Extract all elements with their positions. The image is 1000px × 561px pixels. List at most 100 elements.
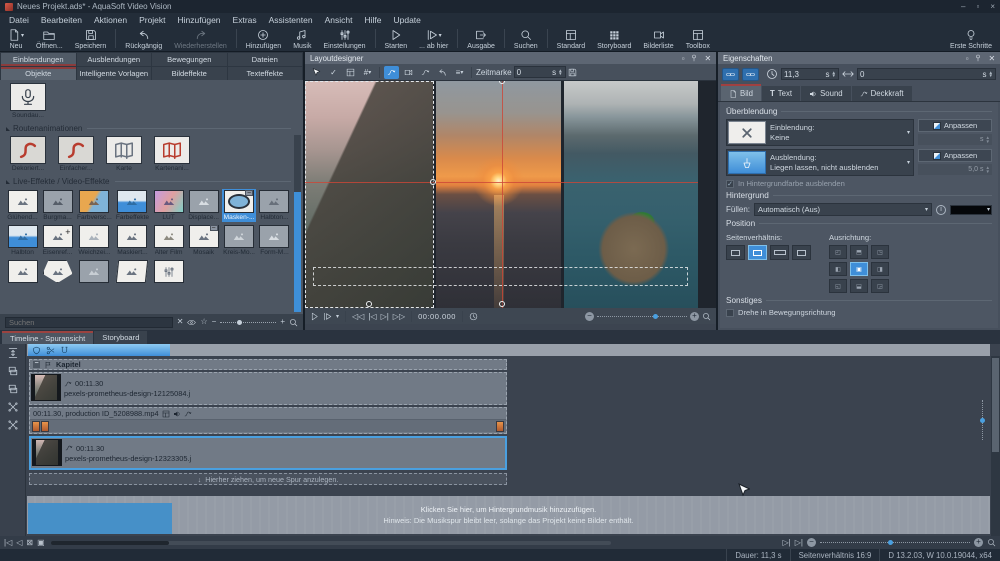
fade-out-adjust-button[interactable]: Anpassen	[918, 149, 992, 162]
add-button[interactable]: Hinzufügen	[240, 26, 287, 51]
route-item-karte[interactable]: Karte	[102, 136, 146, 172]
align-top-right-button[interactable]: ◳	[871, 245, 889, 259]
duration-spinbox[interactable]: 11,3 s ▲▼	[781, 68, 839, 80]
resize-handle[interactable]	[499, 301, 505, 307]
first-steps-button[interactable]: Erste Schritte	[944, 26, 998, 51]
clear-search-icon[interactable]: ✕	[177, 318, 184, 326]
speech-bubble-button[interactable]	[401, 66, 416, 79]
layout-canvas[interactable]	[305, 81, 716, 308]
float-panel-icon[interactable]: ▫	[682, 54, 685, 63]
image-list-button[interactable]: Bilderliste	[637, 26, 679, 51]
library-scrollbar[interactable]	[294, 135, 301, 312]
timeline-horizontal-scrollbar[interactable]	[51, 541, 611, 545]
fade-in-select[interactable]: Einblendung: Keine ▾	[726, 119, 914, 146]
fade-in-adjust-button[interactable]: Anpassen	[918, 119, 992, 132]
slider-knob[interactable]	[980, 418, 985, 423]
menu-hinzufuegen[interactable]: Hinzufügen	[172, 13, 227, 26]
thumbnail-size-slider[interactable]	[220, 322, 276, 325]
output-button[interactable]: Ausgabe	[461, 26, 501, 51]
effect-maskeneffekt[interactable]: −Masken-...	[222, 189, 256, 222]
tab-ausblendungen[interactable]: Ausblendungen	[77, 53, 152, 66]
route-item-dekoriert[interactable]: Dekoriert...	[6, 136, 50, 172]
text-align-button[interactable]: ≡▾	[452, 66, 467, 79]
skip-back-icon[interactable]: ◁◁	[352, 312, 364, 321]
effect-row3-1[interactable]	[6, 259, 39, 284]
skip-end-icon[interactable]: ▷|	[783, 538, 791, 547]
align-middle-right-button[interactable]: ◨	[871, 262, 889, 276]
effect-halbton-1[interactable]: Halbton...	[258, 189, 291, 222]
selection-marquee-secondary[interactable]	[313, 267, 688, 286]
align-middle-left-button[interactable]: ◧	[829, 262, 847, 276]
shield-icon[interactable]	[32, 346, 41, 355]
effect-halbton-2[interactable]: Halbton	[6, 224, 39, 257]
save-button[interactable]: Speichern	[69, 26, 113, 51]
zoom-out-icon[interactable]: −	[212, 318, 217, 326]
music-button[interactable]: Musik	[287, 26, 317, 51]
aspect-stretch-button[interactable]	[770, 245, 789, 260]
scrollbar-thumb[interactable]	[294, 192, 301, 312]
tab-texteffekte[interactable]: Texteffekte	[228, 67, 303, 80]
raster-tool-button[interactable]: #▾	[360, 66, 375, 79]
magnifier-icon[interactable]	[702, 312, 711, 321]
timeline-vertical-scrollbar[interactable]	[991, 356, 1000, 536]
slider-knob[interactable]	[237, 320, 242, 325]
pin-icon[interactable]	[690, 54, 698, 62]
effect-form-mosaik[interactable]: Form-M...	[258, 224, 291, 257]
magnet-icon[interactable]	[60, 346, 69, 355]
fill-mode-select[interactable]: Automatisch (Aus) ▾	[754, 203, 932, 216]
timeline-tracks[interactable]: − Kapitel 00:11.30 pexels-prometheus-des…	[27, 356, 990, 498]
distribute-objects-icon[interactable]	[7, 419, 19, 431]
tab-deckkraft[interactable]: Deckkraft	[852, 86, 912, 101]
rotate-in-motion-checkbox[interactable]: Drehe in Bewegungsrichtung	[726, 308, 992, 317]
scrollbar-thumb[interactable]	[992, 358, 999, 452]
align-bottom-right-button[interactable]: ◲	[871, 279, 889, 293]
menu-datei[interactable]: Datei	[3, 13, 35, 26]
tab-text[interactable]: TText	[762, 86, 800, 101]
menu-update[interactable]: Update	[387, 13, 426, 26]
save-keyframe-icon[interactable]	[568, 68, 577, 77]
background-color-swatch[interactable]: ▾	[950, 205, 992, 215]
play-from-here-icon[interactable]	[323, 312, 332, 321]
timeline-zoom-in-button[interactable]: +	[974, 538, 983, 547]
menu-bearbeiten[interactable]: Bearbeiten	[35, 13, 88, 26]
close-button[interactable]: ×	[990, 2, 995, 11]
skip-forward-icon[interactable]: ▷▷	[393, 312, 405, 321]
align-top-center-button[interactable]: ⬒	[850, 245, 868, 259]
scrollbar-thumb[interactable]	[51, 541, 169, 545]
tab-objekte[interactable]: Objekte	[1, 67, 76, 80]
minimize-button[interactable]: –	[961, 2, 965, 11]
timeline-zoom-slider[interactable]	[820, 542, 970, 545]
slider-knob[interactable]	[888, 540, 893, 545]
settings-button[interactable]: Einstellungen	[317, 26, 371, 51]
close-panel-icon[interactable]: ✕	[988, 54, 995, 63]
align-bottom-center-button[interactable]: ⬓	[850, 279, 868, 293]
fit-view-icon[interactable]: ⊠	[26, 538, 33, 547]
maximize-button[interactable]: ▫	[976, 2, 979, 11]
zeitmarke-spinbox[interactable]: 0 s ▲▼	[514, 66, 566, 78]
link-duration-button[interactable]	[722, 68, 739, 81]
spinner-arrows[interactable]: ▲▼	[989, 71, 993, 78]
snap-tool-button[interactable]: ✓	[326, 66, 341, 79]
go-to-start-icon[interactable]: |◁	[4, 538, 12, 547]
checkbox-box[interactable]: ✓	[726, 180, 734, 188]
fade-out-select[interactable]: Ausblendung: Liegen lassen, nicht ausble…	[726, 149, 914, 176]
tab-bewegungen[interactable]: Bewegungen	[152, 53, 227, 66]
open-button[interactable]: Öffnen...	[30, 26, 69, 51]
info-icon[interactable]: i	[936, 205, 946, 215]
chapter-duration-bar[interactable]	[28, 344, 170, 356]
scissors-icon[interactable]	[46, 346, 55, 355]
undo-button[interactable]: Rückgängig	[119, 26, 168, 51]
tab-bild[interactable]: Bild	[721, 84, 761, 101]
tab-timeline-spuransicht[interactable]: Timeline - Spuransicht	[2, 331, 93, 344]
magnifier-icon[interactable]	[289, 318, 298, 327]
section-routenanimationen[interactable]: Routenanimationen	[6, 124, 291, 133]
tab-storyboard[interactable]: Storyboard	[94, 331, 147, 344]
grid-tool-button[interactable]	[343, 66, 358, 79]
search-button[interactable]: Suchen	[508, 26, 544, 51]
effect-eisenreflex[interactable]: +Eisenref...	[41, 224, 74, 257]
effect-row3-5[interactable]	[152, 259, 185, 284]
effect-farbeffekte[interactable]: Farbeffekte	[115, 189, 150, 222]
timeline-item-video[interactable]: 00:11.30, production ID_5208988.mp4	[29, 407, 507, 434]
remove-track-icon[interactable]	[7, 383, 19, 395]
menu-projekt[interactable]: Projekt	[133, 13, 171, 26]
